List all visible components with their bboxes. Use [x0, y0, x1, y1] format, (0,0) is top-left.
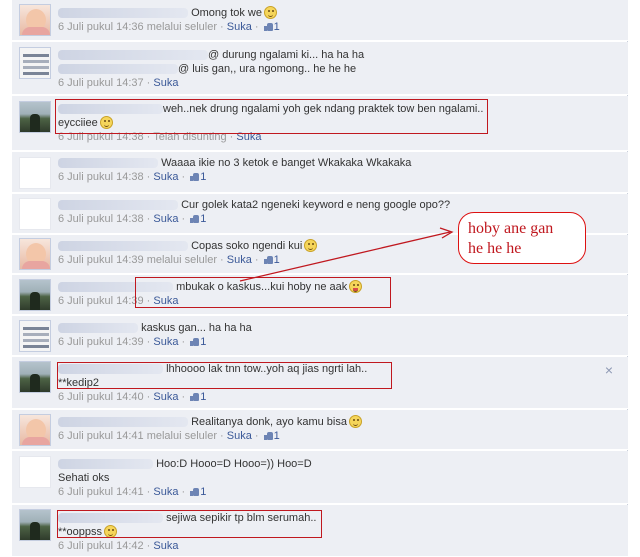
annotation-line-1: hoby ane gan	[468, 220, 554, 237]
comment-text: @ durung ngalami ki... ha ha ha	[208, 49, 365, 61]
avatar[interactable]	[19, 157, 51, 189]
via-mobile-label: melalui seluler	[146, 430, 217, 442]
like-count[interactable]: 1	[200, 213, 206, 225]
avatar[interactable]	[19, 509, 51, 541]
like-link[interactable]: Suka	[153, 486, 178, 498]
comment-time[interactable]: 6 Juli pukul 14:38	[58, 171, 144, 183]
avatar[interactable]	[19, 361, 51, 393]
annotation-line-2: he he he	[468, 240, 522, 257]
highlight-box	[57, 510, 322, 538]
comment-time[interactable]: 6 Juli pukul 14:37	[58, 77, 144, 89]
highlight-box	[55, 99, 488, 134]
thumbs-up-icon[interactable]	[190, 337, 200, 346]
comment-text: kaskus gan... ha ha ha	[141, 322, 252, 334]
like-link[interactable]: Suka	[227, 430, 252, 442]
thumbs-up-icon[interactable]	[263, 255, 273, 264]
comment-text-line2: @ luis gan,, ura ngomong.. he he he	[178, 63, 357, 75]
comment-time[interactable]: 6 Juli pukul 14:39	[58, 336, 144, 348]
like-link[interactable]: Suka	[153, 77, 178, 89]
like-link[interactable]: Suka	[227, 21, 252, 33]
like-link[interactable]: Suka	[153, 213, 178, 225]
thumbs-up-icon[interactable]	[190, 172, 200, 181]
highlight-box	[57, 362, 392, 389]
comment-time[interactable]: 6 Juli pukul 14:39	[58, 254, 144, 266]
comment-item: Omong tok we 6 Juli pukul 14:36 melalui …	[12, 0, 628, 41]
like-count[interactable]: 1	[274, 254, 280, 266]
avatar[interactable]	[19, 238, 51, 270]
comment-time[interactable]: 6 Juli pukul 14:41	[58, 430, 144, 442]
thumbs-up-icon[interactable]	[190, 487, 200, 496]
avatar[interactable]	[19, 101, 51, 133]
like-link[interactable]: Suka	[227, 254, 252, 266]
like-count[interactable]: 1	[200, 171, 206, 183]
comment-text: Cur golek kata2 ngeneki keyword e neng g…	[181, 199, 451, 211]
like-count[interactable]: 1	[274, 430, 280, 442]
comment-time[interactable]: 6 Juli pukul 14:36	[58, 21, 144, 33]
comment-text: Realitanya donk, ayo kamu bisa	[191, 416, 347, 428]
comment-text: Copas soko ngendi kui	[191, 240, 303, 252]
avatar[interactable]	[19, 4, 51, 36]
via-mobile-label: melalui seluler	[146, 254, 217, 266]
avatar[interactable]	[19, 47, 51, 79]
smile-emoji-icon	[304, 239, 318, 252]
comment-item: Realitanya donk, ayo kamu bisa 6 Juli pu…	[12, 410, 628, 450]
thumbs-up-icon[interactable]	[263, 22, 273, 31]
avatar[interactable]	[19, 320, 51, 352]
like-link[interactable]: Suka	[153, 540, 178, 552]
thumbs-up-icon[interactable]	[263, 431, 273, 440]
like-count[interactable]: 1	[200, 391, 206, 403]
comment-time[interactable]: 6 Juli pukul 14:42	[58, 540, 144, 552]
avatar[interactable]	[19, 198, 51, 230]
comment-time[interactable]: 6 Juli pukul 14:39	[58, 295, 144, 307]
comment-time[interactable]: 6 Juli pukul 14:41	[58, 486, 144, 498]
comment-item: kaskus gan... ha ha ha 6 Juli pukul 14:3…	[12, 316, 628, 356]
smile-emoji-icon	[349, 415, 362, 428]
via-mobile-label: melalui seluler	[146, 21, 217, 33]
thumbs-up-icon[interactable]	[190, 214, 200, 223]
comment-text: Omong tok we	[191, 7, 262, 19]
like-count[interactable]: 1	[274, 21, 280, 33]
thumbs-up-icon[interactable]	[190, 392, 200, 401]
like-link[interactable]: Suka	[153, 391, 178, 403]
annotation-bubble: hoby ane gan he he he	[458, 212, 586, 264]
avatar[interactable]	[19, 414, 51, 446]
close-icon[interactable]: ×	[605, 362, 613, 378]
comment-item: Waaaa ikie no 3 ketok e banget Wkakaka W…	[12, 152, 628, 193]
comment-text-line2: Sehati oks	[58, 472, 110, 484]
like-link[interactable]: Suka	[153, 171, 178, 183]
avatar[interactable]	[19, 279, 51, 311]
comment-time[interactable]: 6 Juli pukul 14:40	[58, 391, 144, 403]
smile-emoji-icon	[263, 6, 277, 19]
comment-text: Waaaa ikie no 3 ketok e banget Wkakaka W…	[161, 157, 412, 169]
comment-item: Hoo:D Hooo=D Hooo=)) Hoo=D Sehati oks 6 …	[12, 451, 628, 504]
comment-text: Hoo:D Hooo=D Hooo=)) Hoo=D	[156, 458, 312, 470]
like-count[interactable]: 1	[200, 486, 206, 498]
like-link[interactable]: Suka	[153, 336, 178, 348]
avatar[interactable]	[19, 456, 51, 488]
highlight-box	[135, 277, 391, 308]
comment-time[interactable]: 6 Juli pukul 14:38	[58, 213, 144, 225]
like-count[interactable]: 1	[200, 336, 206, 348]
comment-item: @ durung ngalami ki... ha ha ha @ luis g…	[12, 42, 628, 95]
